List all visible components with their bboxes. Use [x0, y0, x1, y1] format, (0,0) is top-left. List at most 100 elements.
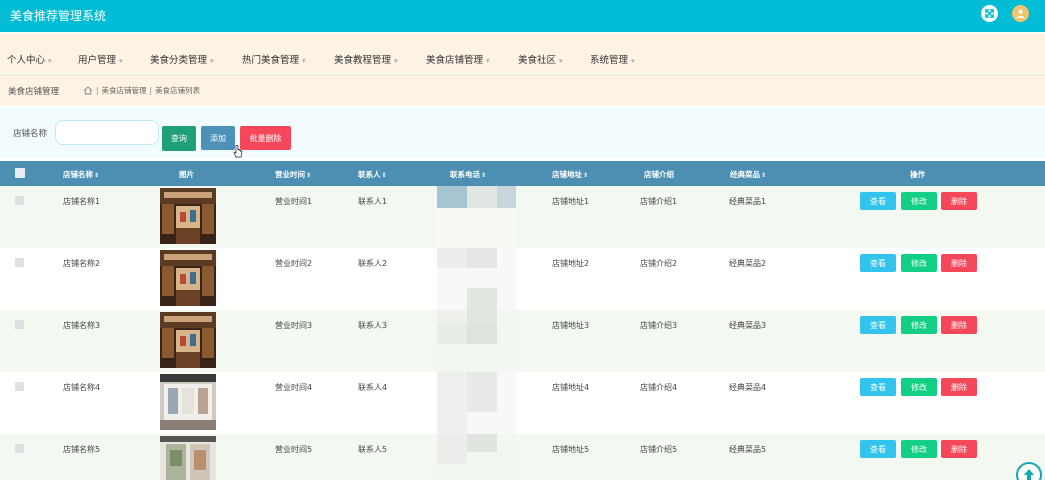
cell-contact: 联系人5	[358, 445, 388, 454]
view-button[interactable]: 查看	[860, 316, 896, 334]
delete-button[interactable]: 删除	[941, 192, 977, 210]
view-button[interactable]: 查看	[860, 378, 896, 396]
cell-phone-redacted	[437, 434, 516, 480]
edit-button[interactable]: 修改	[901, 316, 937, 334]
delete-button[interactable]: 删除	[941, 316, 977, 334]
cell-contact: 联系人2	[358, 259, 388, 268]
arrow-up-icon	[1024, 469, 1034, 480]
nav-item-user-management[interactable]: 用户管理 ▾	[78, 52, 123, 66]
cell-intro: 店铺介绍1	[640, 197, 678, 206]
cell-address: 店铺地址3	[552, 321, 590, 330]
chevron-down-icon: ▾	[394, 57, 398, 65]
column-header-intro: 店铺介绍	[644, 170, 674, 179]
column-header-image: 图片	[179, 170, 194, 179]
delete-button[interactable]: 删除	[941, 254, 977, 272]
column-header-actions: 操作	[910, 170, 925, 179]
search-label: 店铺名称	[13, 129, 48, 139]
nav-item-food-community[interactable]: 美食社区 ▾	[518, 52, 563, 66]
store-image	[160, 374, 216, 430]
view-button[interactable]: 查看	[860, 254, 896, 272]
edit-button[interactable]: 修改	[901, 254, 937, 272]
row-checkbox[interactable]	[15, 444, 24, 453]
cell-phone-redacted	[437, 186, 516, 248]
cell-contact: 联系人4	[358, 383, 388, 392]
cell-intro: 店铺介绍2	[640, 259, 678, 268]
row-checkbox[interactable]	[15, 320, 24, 329]
sort-icon: ⇕	[761, 172, 767, 179]
cell-hours: 营业时间2	[275, 259, 313, 268]
mouse-cursor-icon	[233, 145, 243, 158]
cell-hours: 营业时间3	[275, 321, 313, 330]
cell-dish: 经典菜品5	[729, 445, 767, 454]
row-checkbox[interactable]	[15, 196, 24, 205]
chevron-down-icon: ▾	[48, 57, 52, 65]
table-row: 店铺名称2 营业时间2 联系人2 店铺地址2 店铺介绍2 经典菜品2 查看 修改…	[0, 248, 1045, 310]
page-title: 美食店铺管理	[8, 87, 60, 97]
cell-phone-redacted	[437, 248, 516, 310]
table-row: 店铺名称3 营业时间3 联系人3 店铺地址3 店铺介绍3 经典菜品3 查看 修改…	[0, 310, 1045, 372]
edit-button[interactable]: 修改	[901, 440, 937, 458]
breadcrumb-item[interactable]: 美食店铺管理	[102, 85, 147, 96]
column-header-contact[interactable]: 联系人⇕	[358, 169, 387, 180]
chevron-down-icon: ▾	[210, 57, 214, 65]
cell-store-name: 店铺名称1	[63, 197, 101, 206]
breadcrumb: | 美食店铺管理 | 美食店铺列表	[83, 85, 200, 96]
sort-icon: ⇕	[481, 172, 487, 179]
fullscreen-button[interactable]	[981, 5, 998, 22]
store-image	[160, 188, 216, 244]
column-header-hours[interactable]: 营业时间⇕	[275, 169, 311, 180]
user-avatar-icon	[1016, 9, 1025, 19]
cell-contact: 联系人1	[358, 197, 388, 206]
sort-icon: ⇕	[94, 172, 100, 179]
cell-store-name: 店铺名称3	[63, 321, 101, 330]
chevron-down-icon: ▾	[119, 57, 123, 65]
cell-address: 店铺地址2	[552, 259, 590, 268]
query-button[interactable]: 查询	[162, 126, 196, 151]
select-all-checkbox[interactable]	[15, 168, 25, 178]
column-header-address[interactable]: 店铺地址⇕	[552, 169, 588, 180]
avatar[interactable]	[1012, 5, 1029, 22]
cell-intro: 店铺介绍3	[640, 321, 678, 330]
nav-item-food-tutorial[interactable]: 美食教程管理 ▾	[334, 52, 398, 66]
app-title: 美食推荐管理系统	[10, 9, 107, 23]
breadcrumb-item: 美食店铺列表	[155, 86, 201, 95]
row-checkbox[interactable]	[15, 382, 24, 391]
column-header-name[interactable]: 店铺名称⇕	[63, 169, 99, 180]
cell-phone-redacted	[437, 372, 516, 434]
cell-store-name: 店铺名称2	[63, 259, 101, 268]
nav-item-food-store[interactable]: 美食店铺管理 ▾	[426, 52, 490, 66]
chevron-down-icon: ▾	[631, 57, 635, 65]
search-input[interactable]	[55, 120, 159, 145]
cell-intro: 店铺介绍5	[640, 445, 678, 454]
store-image	[160, 436, 216, 480]
delete-button[interactable]: 删除	[941, 440, 977, 458]
cell-dish: 经典菜品3	[729, 321, 767, 330]
view-button[interactable]: 查看	[860, 192, 896, 210]
nav-item-personal-center[interactable]: 个人中心 ▾	[7, 52, 52, 66]
nav-item-food-category[interactable]: 美食分类管理 ▾	[150, 52, 214, 66]
column-header-phone[interactable]: 联系电话⇕	[450, 169, 486, 180]
cell-intro: 店铺介绍4	[640, 383, 678, 392]
main-nav: 个人中心 ▾ 用户管理 ▾ 美食分类管理 ▾ 热门美食管理 ▾ 美食教程管理 ▾ 美食店铺…	[0, 33, 1045, 73]
column-header-dish[interactable]: 经典菜品⇕	[730, 169, 766, 180]
nav-item-system-management[interactable]: 系统管理 ▾	[590, 52, 635, 66]
store-image	[160, 312, 216, 368]
add-button[interactable]: 添加	[201, 126, 235, 150]
table-row: 店铺名称1 营业时间1 联系人1 店铺地址1 店铺介绍1 经典菜品1 查看 修改…	[0, 186, 1045, 248]
delete-button[interactable]: 删除	[941, 378, 977, 396]
row-checkbox[interactable]	[15, 258, 24, 267]
sort-icon: ⇕	[583, 172, 589, 179]
cell-address: 店铺地址4	[552, 383, 590, 392]
cell-contact: 联系人3	[358, 321, 388, 330]
breadcrumb-bar: 美食店铺管理 | 美食店铺管理 | 美食店铺列表	[0, 74, 1045, 106]
batch-delete-button[interactable]: 批量删除	[240, 126, 291, 150]
home-icon[interactable]	[83, 86, 93, 95]
top-bar: 美食推荐管理系统	[0, 0, 1045, 32]
edit-button[interactable]: 修改	[901, 378, 937, 396]
view-button[interactable]: 查看	[860, 440, 896, 458]
edit-button[interactable]: 修改	[901, 192, 937, 210]
cell-hours: 营业时间1	[275, 197, 313, 206]
cell-dish: 经典菜品1	[729, 197, 767, 206]
nav-item-hot-food[interactable]: 热门美食管理 ▾	[242, 52, 306, 66]
sort-icon: ⇕	[381, 172, 387, 179]
